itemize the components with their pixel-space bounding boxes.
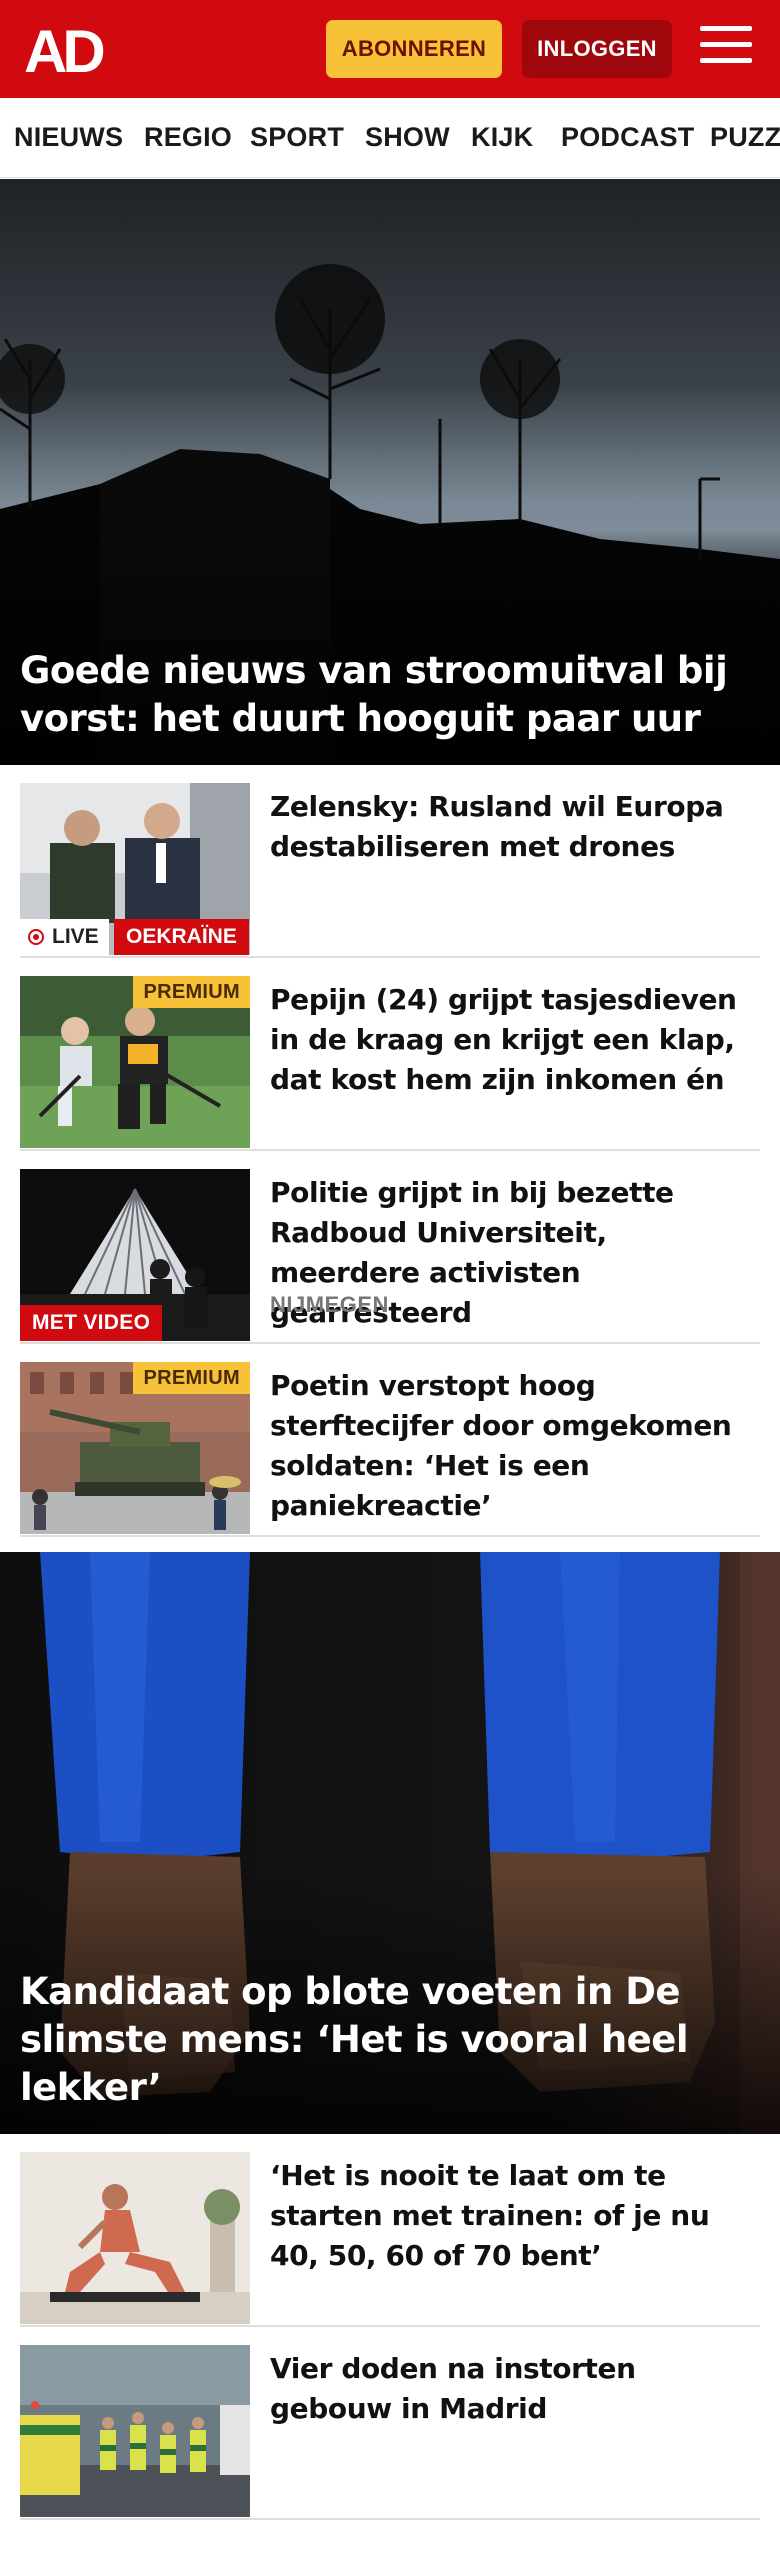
article-title[interactable]: Vier doden na instorten gebouw in Madrid bbox=[270, 2349, 740, 2429]
login-button[interactable]: INLOGGEN bbox=[522, 20, 672, 78]
article-thumbnail: PREMIUM bbox=[20, 1362, 250, 1534]
logo-text: AD bbox=[24, 22, 103, 76]
article-thumbnail bbox=[20, 2345, 250, 2517]
list-item[interactable]: MET VIDEO Politie grijpt in bij bezette … bbox=[20, 1151, 760, 1344]
section-nav: NIEUWS REGIO SPORT SHOW KIJK PODCAST PUZ… bbox=[0, 98, 780, 178]
premium-badge: PREMIUM bbox=[133, 1362, 250, 1394]
nav-item-sport[interactable]: SPORT bbox=[250, 122, 344, 153]
nav-item-nieuws[interactable]: NIEUWS bbox=[14, 122, 123, 153]
hero-headline[interactable]: Goede nieuws van stroomuitval bij vorst:… bbox=[20, 647, 740, 743]
hero-article-slimste-mens[interactable]: Kandidaat op blote voeten in De slimste … bbox=[0, 1552, 780, 2134]
article-title[interactable]: Poetin verstopt hoog sterftecij­fer door… bbox=[270, 1366, 740, 1526]
list-item[interactable]: Vier doden na instorten gebouw in Madrid bbox=[20, 2327, 760, 2520]
list-item[interactable]: LIVE OEKRAÏNE Zelensky: Rusland wil Euro… bbox=[20, 765, 760, 958]
hero-headline[interactable]: Kandidaat op blote voeten in De slimste … bbox=[20, 1968, 740, 2112]
topic-tag: OEKRAÏNE bbox=[114, 919, 249, 955]
hero-article-power-outage[interactable]: Goede nieuws van stroomuitval bij vorst:… bbox=[0, 179, 780, 765]
list-item[interactable]: ‘Het is nooit te laat om te starten met … bbox=[20, 2134, 760, 2327]
article-thumbnail: PREMIUM bbox=[20, 976, 250, 1148]
article-thumbnail: LIVE OEKRAÏNE bbox=[20, 783, 250, 955]
article-title[interactable]: Pepijn (24) grijpt tasjesdieven in de kr… bbox=[270, 980, 740, 1100]
nav-item-regio[interactable]: REGIO bbox=[144, 122, 232, 153]
article-thumbnail bbox=[20, 2152, 250, 2324]
top-header: AD ABONNEREN INLOGGEN bbox=[0, 0, 780, 98]
premium-badge: PREMIUM bbox=[133, 976, 250, 1008]
video-badge: MET VIDEO bbox=[20, 1305, 163, 1341]
article-location: NIJMEGEN bbox=[270, 1292, 389, 1317]
ad-logo[interactable]: AD bbox=[24, 22, 116, 76]
live-label: LIVE bbox=[52, 925, 99, 948]
live-dot-icon bbox=[28, 929, 44, 945]
article-title[interactable]: Zelensky: Rusland wil Europa destabilise… bbox=[270, 787, 740, 867]
subscribe-button[interactable]: ABONNEREN bbox=[326, 20, 502, 78]
nav-item-podcast[interactable]: PODCAST bbox=[561, 122, 694, 153]
list-item[interactable]: PREMIUM Poetin verstopt hoog sterftecij­… bbox=[20, 1344, 760, 1537]
live-badge: LIVE bbox=[20, 919, 109, 955]
nav-item-show[interactable]: SHOW bbox=[365, 122, 450, 153]
list-item[interactable]: PREMIUM Pepijn (24) grijpt tasjesdieven … bbox=[20, 958, 760, 1151]
hamburger-menu-icon[interactable] bbox=[700, 26, 752, 70]
article-title[interactable]: ‘Het is nooit te laat om te starten met … bbox=[270, 2156, 740, 2276]
nav-item-puzzel[interactable]: PUZZ bbox=[710, 122, 780, 153]
nav-item-kijk[interactable]: KIJK bbox=[471, 122, 533, 153]
article-thumbnail: MET VIDEO bbox=[20, 1169, 250, 1341]
